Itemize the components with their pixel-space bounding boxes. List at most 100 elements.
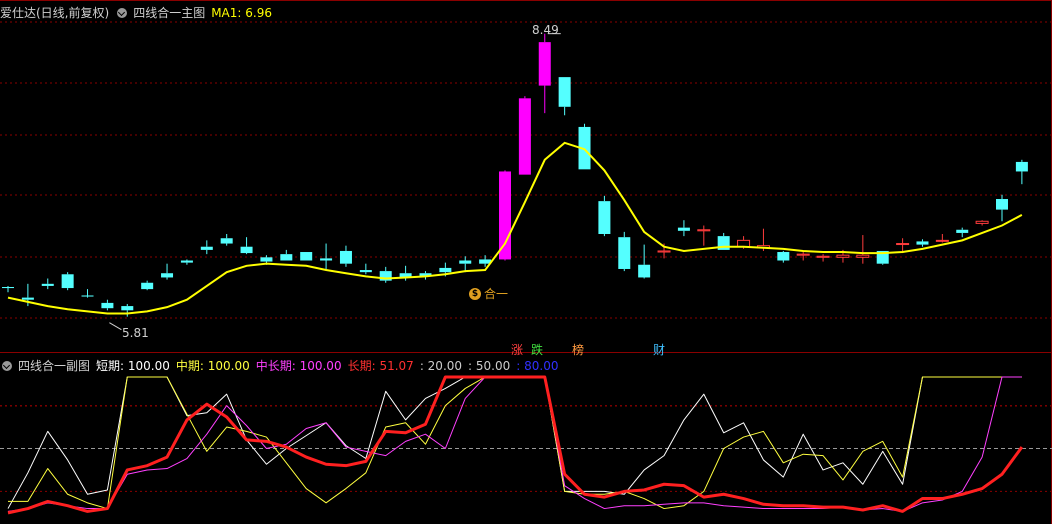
sub-panel-header: 四线合一副图 短期: 100.00 中期: 100.00 中长期: 100.00… xyxy=(0,357,564,375)
low-price-pointer xyxy=(109,322,122,331)
candle xyxy=(1015,159,1028,185)
sub-series-line xyxy=(7,375,1024,515)
event-tag-text: 财 xyxy=(653,343,666,357)
candle-body xyxy=(856,254,870,258)
candle-body xyxy=(200,246,213,250)
candle xyxy=(379,266,392,283)
candle xyxy=(816,254,830,262)
candle-body xyxy=(359,270,372,273)
candle-body xyxy=(975,220,989,224)
candle-body xyxy=(240,246,253,254)
event-tag-text: 涨 xyxy=(511,343,524,357)
candle-body xyxy=(459,260,472,264)
candle-body xyxy=(677,227,690,231)
level-80-readout: : 80.00 xyxy=(516,359,559,373)
candle-body xyxy=(1015,161,1028,172)
candle xyxy=(777,250,790,263)
candle xyxy=(618,231,631,272)
candlestick-series xyxy=(2,33,1028,317)
candle-body xyxy=(300,252,313,261)
candle xyxy=(200,240,213,255)
candle-body xyxy=(280,254,293,261)
money-bag-icon: $ xyxy=(469,288,481,300)
event-tag-rank[interactable]: 榜 xyxy=(572,343,584,357)
candle-body xyxy=(41,283,54,286)
candle-body xyxy=(180,260,193,263)
candle xyxy=(856,235,870,264)
candle-body xyxy=(657,250,671,253)
candle xyxy=(161,263,174,280)
mid-long-term-readout: 中长期: 100.00 xyxy=(255,359,342,373)
candle-body xyxy=(916,241,929,245)
candle xyxy=(578,123,591,170)
candle xyxy=(499,170,511,261)
candle xyxy=(975,220,989,226)
signal-marker: $ 合一 xyxy=(469,287,508,301)
main-panel-header: 爱仕达(日线,前复权) 四线合一主图 MA1: 6.96 xyxy=(0,4,278,22)
sub-series-line xyxy=(7,376,1022,509)
candle xyxy=(638,244,651,279)
candle-body xyxy=(81,295,94,297)
candle xyxy=(180,259,193,265)
candle-body xyxy=(956,229,969,233)
level-20-readout: : 20.00 xyxy=(419,359,463,373)
candle xyxy=(121,303,134,317)
candle xyxy=(101,299,114,311)
annotations xyxy=(109,33,561,331)
candle-body xyxy=(220,238,233,244)
chevron-down-icon[interactable] xyxy=(2,361,12,371)
event-tag-fall[interactable]: 跌 xyxy=(531,343,543,357)
long-term-readout: 长期: 51.07 xyxy=(347,359,414,373)
candle xyxy=(935,234,949,243)
main-indicator-name[interactable]: 四线合一主图 xyxy=(133,4,205,22)
candle-body xyxy=(896,243,910,246)
candle xyxy=(598,195,611,237)
candle xyxy=(697,225,711,246)
candle-body xyxy=(518,98,531,175)
candle-body xyxy=(101,302,114,309)
candle xyxy=(220,234,233,246)
candle-body xyxy=(618,237,631,269)
candle xyxy=(796,252,810,261)
sub-series-line xyxy=(8,376,1022,510)
main-grid xyxy=(0,0,1052,524)
ma1-line xyxy=(7,141,1023,315)
candle xyxy=(81,289,94,298)
candle xyxy=(280,249,293,261)
candle xyxy=(996,194,1008,222)
candle-body xyxy=(697,229,711,232)
candle-body xyxy=(638,264,651,278)
candle-body xyxy=(796,253,810,256)
sub-indicator-name[interactable]: 四线合一副图 xyxy=(18,357,90,375)
signal-label: 合一 xyxy=(484,287,509,301)
candle xyxy=(339,245,352,267)
chevron-down-icon[interactable] xyxy=(117,8,128,18)
candle-body xyxy=(61,274,74,289)
candle-body xyxy=(339,250,352,264)
candle-body xyxy=(996,199,1008,210)
event-tag-text: 跌 xyxy=(531,343,544,357)
short-term-readout: 短期: 100.00 xyxy=(96,359,170,373)
candle xyxy=(558,77,571,116)
candle-body xyxy=(935,239,949,242)
mid-term-readout: 中期: 100.00 xyxy=(175,359,250,373)
event-tag-finance[interactable]: 财 xyxy=(653,343,665,357)
candle xyxy=(41,278,54,290)
event-tag-text: 榜 xyxy=(572,343,585,357)
candle-body xyxy=(816,255,830,258)
candle-body xyxy=(499,171,511,260)
event-tag-rise[interactable]: 涨 xyxy=(511,343,523,357)
candle-body xyxy=(320,258,333,261)
candle xyxy=(61,272,74,291)
ma1-readout: MA1: 6.96 xyxy=(211,6,272,20)
ma1-series xyxy=(7,141,1023,315)
candle xyxy=(538,33,551,114)
candle-body xyxy=(21,297,34,300)
candle xyxy=(240,237,253,255)
candle xyxy=(459,256,472,273)
candle-body xyxy=(260,257,273,262)
candle-body xyxy=(777,252,790,261)
candle xyxy=(300,252,313,261)
candle-body xyxy=(2,287,14,289)
candle-body xyxy=(439,267,452,273)
